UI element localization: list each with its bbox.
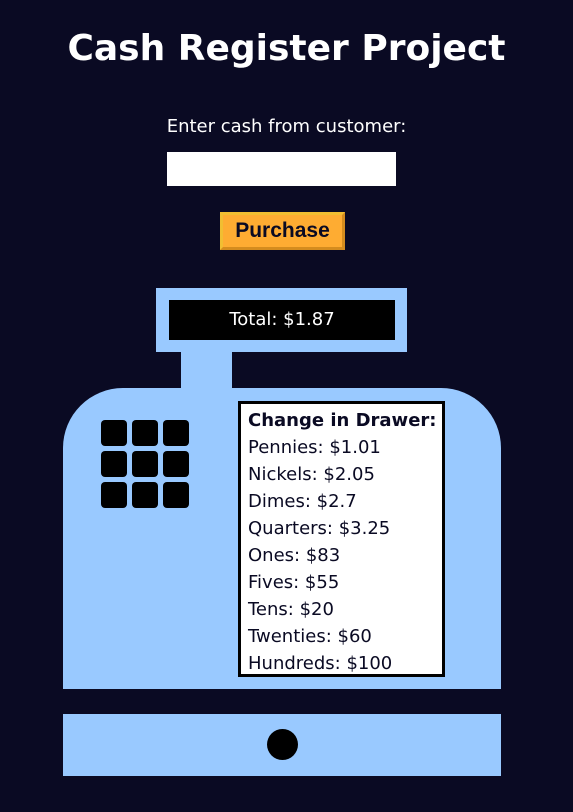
drawer-item-dimes: Dimes: $2.7	[248, 491, 357, 512]
drawer-item-hundreds: Hundreds: $100	[248, 653, 393, 674]
change-in-drawer-title: Change in Drawer:	[248, 410, 437, 431]
key	[101, 451, 127, 477]
key	[132, 482, 158, 508]
drawer-item-ones: Ones: $83	[248, 545, 341, 566]
drawer-item-twenties: Twenties: $60	[248, 626, 372, 647]
key	[101, 482, 127, 508]
drawer-item-tens: Tens: $20	[248, 599, 334, 620]
page-title: Cash Register Project	[67, 28, 506, 69]
drawer-item-fives: Fives: $55	[248, 572, 340, 593]
drawer-handle-icon	[267, 729, 298, 760]
keypad-icon	[101, 420, 189, 508]
key	[132, 451, 158, 477]
drawer-item-nickels: Nickels: $2.05	[248, 464, 375, 485]
key	[101, 420, 127, 446]
total-display: Total: $1.87	[169, 300, 395, 340]
drawer-item-pennies: Pennies: $1.01	[248, 437, 381, 458]
change-in-drawer: Change in Drawer: Pennies: $1.01 Nickels…	[238, 401, 445, 677]
register-neck	[181, 350, 232, 392]
cash-input[interactable]	[166, 151, 397, 187]
key	[163, 420, 189, 446]
key	[163, 451, 189, 477]
drawer-item-quarters: Quarters: $3.25	[248, 518, 391, 539]
cash-input-label: Enter cash from customer:	[166, 116, 407, 137]
key	[163, 482, 189, 508]
key	[132, 420, 158, 446]
purchase-button[interactable]: Purchase	[220, 212, 345, 250]
